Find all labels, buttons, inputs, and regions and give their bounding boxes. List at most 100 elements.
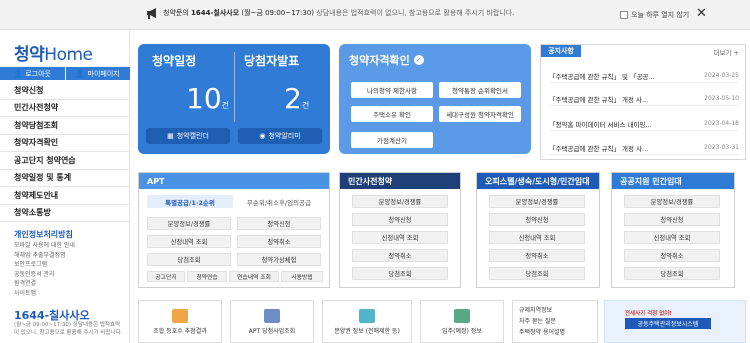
household-button[interactable]: 세대구성원 청약자격확인 xyxy=(439,106,521,122)
sublink[interactable]: 해체업 추출부결정명 xyxy=(14,251,75,261)
presale-history-button[interactable]: 신청내역 조회 xyxy=(352,231,448,244)
apt-simulation-button[interactable]: 청약가상체험 xyxy=(237,253,321,266)
calendar-icon: ▦ xyxy=(167,132,174,140)
apt-practice-history-button[interactable]: 연습내역 조회 xyxy=(229,271,279,282)
sublink[interactable]: 모바일 사용에 대한 안내 xyxy=(14,241,75,251)
apt-apply-button[interactable]: 청약신청 xyxy=(237,217,321,230)
sidebar-item-schedule[interactable]: 청약일정 및 통계 xyxy=(0,170,130,187)
officetel-info-button[interactable]: 분양정보/경쟁률 xyxy=(489,195,585,208)
sidebar-item-guide[interactable]: 청약제도안내 xyxy=(0,187,130,205)
officetel-history-button[interactable]: 신청내역 조회 xyxy=(489,231,585,244)
schedule-card: 청약일정 당첨자발표 10건 2건 ▦ 청약캘린더 ◉ 청약알리미 xyxy=(138,44,330,154)
notice-panel: 공지사항 더보기 + 「주택공급에 관한 규칙」 및 「공공... 2024-03… xyxy=(540,44,746,160)
checkbox[interactable] xyxy=(620,11,628,19)
restriction-button[interactable]: 나의청약 제한사항 xyxy=(351,82,433,98)
rental-cancel-button[interactable]: 청약취소 xyxy=(624,249,720,262)
sidebar-item-community[interactable]: 청약소통방 xyxy=(0,205,130,222)
key-icon xyxy=(454,308,470,323)
officetel-apply-button[interactable]: 청약신청 xyxy=(489,213,585,226)
building-icon xyxy=(264,308,280,323)
alert-button[interactable]: ◉ 청약알리미 xyxy=(238,128,322,144)
sidebar: 청약Home 👤 로그아웃 👤 마이페이지 청약신청 민간사전청약 청약당첨조회 청… xyxy=(0,30,130,343)
apt-winner-button[interactable]: 당첨조회 xyxy=(147,253,231,266)
rental-info-button[interactable]: 분양정보/경쟁률 xyxy=(624,195,720,208)
tab-special-supply[interactable]: 특별공급/1·2순위 xyxy=(147,195,233,208)
sublink[interactable]: 공동인증서 관리 xyxy=(14,270,75,280)
presale-winner-button[interactable]: 당첨조회 xyxy=(352,267,448,280)
apt-howto-button[interactable]: 사용방법 xyxy=(281,271,323,282)
presale-apply-button[interactable]: 청약신청 xyxy=(352,213,448,226)
rental-apply-button[interactable]: 청약신청 xyxy=(624,213,720,226)
apt-panel: APT 특별공급/1·2순위 무순위/취소후/임의공급 분양정보/경쟁률 청약신… xyxy=(138,172,330,288)
bell-icon: ◉ xyxy=(259,132,266,140)
sidebar-item-winner[interactable]: 청약당첨조회 xyxy=(0,117,130,135)
schedule-title[interactable]: 청약일정 xyxy=(152,52,196,69)
user-icon: 👤 xyxy=(13,69,23,78)
notice-row[interactable]: 「주택공급에 관한 규칙」 및 「공공... 2024-03-25 xyxy=(549,69,739,83)
officetel-cancel-button[interactable]: 청약취소 xyxy=(489,249,585,262)
announce-count: 2건 xyxy=(284,82,310,115)
sub-links: 모바일 사용에 대한 안내 해체업 추출부결정명 보안프로그램 공동인증서 관리… xyxy=(14,241,75,299)
rank-button[interactable]: 청약통장 순위확인서 xyxy=(439,82,521,98)
sidebar-item-apply[interactable]: 청약신청 xyxy=(0,82,130,100)
shortcut-movein[interactable]: 입주(예정) 정보 xyxy=(420,300,504,343)
qualify-title: 청약자격확인 ✓ xyxy=(349,52,424,68)
score-calculator-button[interactable]: 가점계산기 xyxy=(351,132,433,148)
mypage-button[interactable]: 👤 마이페이지 xyxy=(64,67,130,80)
privacy-link[interactable]: 개인정보처리방침 xyxy=(14,229,73,240)
officetel-title: 오피스텔/생숙/도시형/민간임대 xyxy=(477,173,599,189)
apt-history-button[interactable]: 신청내역 조회 xyxy=(147,235,231,248)
apt-info-button[interactable]: 분양정보/경쟁률 xyxy=(147,217,231,230)
close-icon[interactable]: ✕ xyxy=(696,6,707,21)
sidebar-item-practice[interactable]: 공고단지 청약연습 xyxy=(0,152,130,170)
schedule-count: 10건 xyxy=(186,82,230,115)
list-item[interactable]: 규제지역정보 xyxy=(519,305,591,316)
quick-list: 규제지역정보 자주 묻는 질문 주택청약 용어설명 xyxy=(512,300,598,343)
sidebar-item-qualify[interactable]: 청약자격확인 xyxy=(0,135,130,152)
list-item[interactable]: 주택청약 용어설명 xyxy=(519,327,591,338)
sidebar-menu: 청약신청 민간사전청약 청약당첨조회 청약자격확인 공고단지 청약연습 청약일정… xyxy=(0,82,130,222)
megaphone-icon xyxy=(147,8,156,19)
dont-show-today[interactable]: 오늘 하루 열지 않기 xyxy=(620,10,689,20)
ownership-button[interactable]: 주택소유 확인 xyxy=(351,106,433,122)
promo-banner[interactable]: 전세사기 걱정 없이! 공동주택관리정보시스템 xyxy=(604,300,746,343)
shortcut-presale-rights[interactable]: 분양권 정보 (전매제한 등) xyxy=(322,300,412,343)
officetel-winner-button[interactable]: 당첨조회 xyxy=(489,267,585,280)
more-link[interactable]: 더보기 + xyxy=(714,47,739,57)
presale-cancel-button[interactable]: 청약취소 xyxy=(352,249,448,262)
logo[interactable]: 청약Home xyxy=(14,40,93,65)
apt-practice-button[interactable]: 청약연습 xyxy=(187,271,227,282)
callcenter-note: (월~금 09:00~17:30) 상담내용은 법적효력이 없으니, 참고용으로… xyxy=(14,322,123,336)
officetel-panel: 오피스텔/생숙/도시형/민간임대 분양정보/경쟁률 청약신청 신청내역 조회 청… xyxy=(476,172,600,288)
sidebar-item-presale[interactable]: 민간사전청약 xyxy=(0,100,130,117)
document-icon xyxy=(359,308,375,323)
rental-winner-button[interactable]: 당첨조회 xyxy=(624,267,720,280)
notice-text: 청약문의 1644-칠사사오 (월~금 09:00~17:30) 상담내용은 법… xyxy=(163,9,515,17)
apt-title: APT xyxy=(139,173,329,189)
check-icon: ✓ xyxy=(413,55,424,65)
announce-title[interactable]: 당첨자발표 xyxy=(244,52,299,69)
tab-unranked[interactable]: 무순위/취소후/임의공급 xyxy=(235,195,323,208)
logout-button[interactable]: 👤 로그아웃 xyxy=(0,67,65,80)
shortcut-lottery[interactable]: 조합 등호수 추첨결과 xyxy=(138,300,222,343)
sublink[interactable]: 사이트맵 xyxy=(14,289,75,299)
sublink[interactable]: 원격연결 xyxy=(14,279,75,289)
presale-panel: 민간사전청약 분양정보/경쟁률 청약신청 신청내역 조회 청약취소 당첨조회 xyxy=(339,172,461,288)
lottery-icon xyxy=(172,308,188,323)
person-icon: 👤 xyxy=(75,69,85,78)
apt-cancel-button[interactable]: 청약취소 xyxy=(237,235,321,248)
list-item[interactable]: 자주 묻는 질문 xyxy=(519,316,591,327)
notice-row[interactable]: 「청약홈 마이데이터 서비스 내이잉... 2023-04-18 xyxy=(549,117,739,131)
shortcut-apt-winner[interactable]: APT 당첨사업조회 xyxy=(230,300,314,343)
public-rental-title: 공공지원 민간임대 xyxy=(612,173,734,189)
calendar-button[interactable]: ▦ 청약캘린더 xyxy=(146,128,230,144)
notice-row[interactable]: 「주택공급에 관한 규칙」 개정 사... 2023-05-10 xyxy=(549,92,739,106)
public-rental-panel: 공공지원 민간임대 분양정보/경쟁률 청약신청 신청내역 조회 청약취소 당첨조… xyxy=(611,172,735,288)
rental-history-button[interactable]: 신청내역 조회 xyxy=(624,231,720,244)
qualify-card: 청약자격확인 ✓ 나의청약 제한사항 청약통장 순위확인서 주택소유 확인 세대구… xyxy=(339,44,531,154)
top-notice-bar: 청약문의 1644-칠사사오 (월~금 09:00~17:30) 상담내용은 법… xyxy=(0,0,750,30)
notice-tab[interactable]: 공지사항 xyxy=(541,45,581,57)
notice-row[interactable]: 「주택공급에 관한 규칙」 개정 사... 2023-03-31 xyxy=(549,141,739,155)
sublink[interactable]: 보안프로그램 xyxy=(14,260,75,270)
presale-info-button[interactable]: 분양정보/경쟁률 xyxy=(352,195,448,208)
